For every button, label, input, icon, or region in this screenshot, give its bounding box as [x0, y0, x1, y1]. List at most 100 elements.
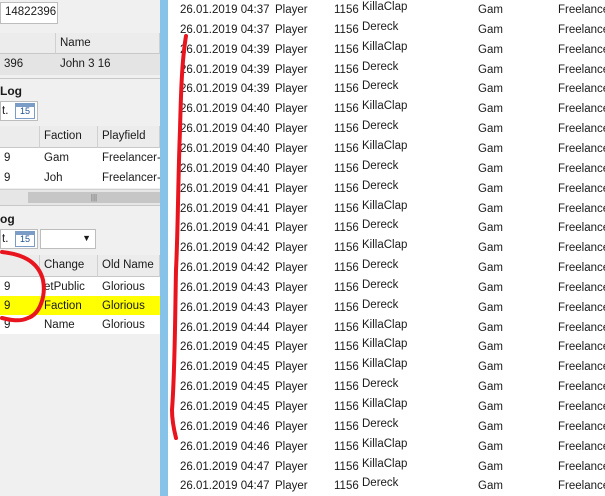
faction-log-row-time[interactable]: 9 18:20 — [0, 168, 40, 188]
log-row[interactable]: 26.01.2019 04:39 Player 1156 Dereck Gam Freel… — [168, 80, 605, 100]
log-row[interactable]: 26.01.2019 04:47 Player 1156 KillaClap Gam Fr… — [168, 458, 605, 478]
date-fragment: t. — [2, 233, 9, 245]
log-row[interactable]: 26.01.2019 04:42 Player 1156 KillaClap Gam Fr… — [168, 239, 605, 259]
players-header-id[interactable] — [0, 33, 56, 54]
change-log-title: og — [0, 212, 15, 226]
scroll-thumb[interactable]: ||| — [28, 192, 160, 203]
top-field[interactable]: 14822396 — [0, 2, 58, 24]
log-id: 1156 — [334, 222, 359, 235]
horizontal-scrollbar[interactable]: ||| — [0, 189, 160, 206]
faction-log-row-playfield[interactable]: Freelancer- — [98, 148, 160, 168]
log-row[interactable]: 26.01.2019 04:41 Player 1156 KillaClap Gam Fr… — [168, 200, 605, 220]
log-row[interactable]: 26.01.2019 04:42 Player 1156 Dereck Gam Freel… — [168, 259, 605, 279]
log-row[interactable]: 26.01.2019 04:40 Player 1156 KillaClap Gam Fr… — [168, 140, 605, 160]
log-faction: Gam — [478, 142, 503, 155]
log-row[interactable]: 26.01.2019 04:41 Player 1156 Dereck Gam Freel… — [168, 219, 605, 239]
log-row[interactable]: 26.01.2019 04:39 Player 1156 KillaClap Gam Fr… — [168, 41, 605, 61]
change-log-row-old-name[interactable]: Glorious Ve — [98, 296, 160, 315]
change-log-date-picker[interactable]: t. 15 — [0, 229, 38, 249]
log-row[interactable]: 26.01.2019 04:45 Player 1156 KillaClap Gam Fr… — [168, 358, 605, 378]
change-log-row-time[interactable]: 9 04:41 — [0, 277, 40, 296]
change-log-row-change[interactable]: Faction — [40, 296, 98, 315]
change-log-row-time[interactable]: 9 18:17 — [0, 296, 40, 315]
log-playfield: Freelance — [558, 83, 605, 96]
log-id: 1156 — [334, 401, 359, 413]
log-id: 1156 — [334, 301, 359, 314]
faction-log-date-picker[interactable]: t. 15 — [0, 101, 38, 121]
log-row[interactable]: 26.01.2019 04:45 Player 1156 KillaClap Gam Fr… — [168, 338, 605, 358]
log-row[interactable]: 26.01.2019 04:43 Player 1156 Dereck Gam Freel… — [168, 279, 605, 299]
faction-log-header-faction[interactable]: Faction — [40, 126, 98, 148]
faction-log-header-playfield[interactable]: Playfield — [98, 126, 160, 148]
players-header-name[interactable]: Name — [56, 33, 160, 54]
change-log-dropdown[interactable]: ▼ — [40, 229, 96, 249]
log-name: KillaClap — [362, 318, 408, 331]
log-type: Player — [275, 83, 308, 96]
log-faction: Gam — [478, 83, 503, 96]
log-type: Player — [275, 420, 308, 433]
calendar-icon[interactable]: 15 — [15, 103, 35, 119]
log-row[interactable]: 26.01.2019 04:45 Player 1156 Dereck Gam Freel… — [168, 378, 605, 398]
log-name: KillaClap — [362, 457, 408, 470]
change-log-row-old-name[interactable]: Glorious Ve — [98, 315, 160, 334]
log-list[interactable]: 26.01.2019 04:37 Player 1156 KillaClap Gam Fr… — [168, 0, 605, 496]
log-id: 1156 — [334, 182, 359, 195]
players-row-name[interactable]: John 3 16 — [56, 54, 160, 75]
log-date: 26.01.2019 04:44 — [180, 321, 270, 334]
log-date: 26.01.2019 04:40 — [180, 162, 270, 175]
chevron-down-icon[interactable]: ▼ — [82, 233, 91, 243]
log-faction: Gam — [478, 182, 503, 195]
faction-log-row-playfield[interactable]: Freelancer- — [98, 168, 160, 188]
log-row[interactable]: 26.01.2019 04:39 Player 1156 Dereck Gam Freel… — [168, 61, 605, 81]
change-log-header-change[interactable]: Change — [40, 255, 98, 277]
log-type: Player — [275, 4, 308, 16]
log-faction: Gam — [478, 242, 503, 255]
change-log-header-old-name[interactable]: Old Name — [98, 255, 160, 277]
log-row[interactable]: 26.01.2019 04:37 Player 1156 KillaClap Gam Fr… — [168, 1, 605, 21]
log-row[interactable]: 26.01.2019 04:40 Player 1156 Dereck Gam Freel… — [168, 120, 605, 140]
faction-log-row-faction[interactable]: Gam — [40, 148, 98, 168]
log-row[interactable]: 26.01.2019 04:41 Player 1156 Dereck Gam Freel… — [168, 180, 605, 200]
log-id: 1156 — [334, 321, 359, 334]
log-faction: Gam — [478, 202, 503, 215]
log-row[interactable]: 26.01.2019 04:46 Player 1156 Dereck Gam Freel… — [168, 418, 605, 438]
change-log-row-old-name[interactable]: Glorious Ve — [98, 277, 160, 296]
change-log-row-time[interactable]: 9 18:39 — [0, 315, 40, 334]
log-row[interactable]: 26.01.2019 04:37 Player 1156 Dereck Gam Freel… — [168, 21, 605, 41]
log-date: 26.01.2019 04:41 — [180, 222, 270, 235]
log-faction: Gam — [478, 381, 503, 394]
log-playfield: Freelance — [558, 123, 605, 136]
faction-log-header-time[interactable] — [0, 126, 40, 148]
log-name: Dereck — [362, 278, 399, 291]
log-row[interactable]: 26.01.2019 04:44 Player 1156 KillaClap Gam Fr… — [168, 319, 605, 339]
log-faction: Gam — [478, 262, 503, 275]
log-date: 26.01.2019 04:45 — [180, 361, 270, 374]
log-name: KillaClap — [362, 358, 408, 371]
log-name: Dereck — [362, 417, 399, 430]
faction-log-row-faction[interactable]: Joh — [40, 168, 98, 188]
log-row[interactable]: 26.01.2019 04:47 Player 1156 Dereck Gam Freel… — [168, 477, 605, 496]
change-log-row-change[interactable]: etPublic — [40, 277, 98, 296]
log-playfield: Freelance — [558, 202, 605, 215]
log-row[interactable]: 26.01.2019 04:40 Player 1156 KillaClap Gam Fr… — [168, 100, 605, 120]
change-log-header-time[interactable] — [0, 255, 40, 277]
log-row[interactable]: 26.01.2019 04:46 Player 1156 KillaClap Gam Fr… — [168, 438, 605, 458]
change-log-row-change[interactable]: Name — [40, 315, 98, 334]
log-id: 1156 — [334, 162, 359, 175]
calendar-icon[interactable]: 15 — [15, 231, 35, 247]
log-id: 1156 — [334, 480, 359, 493]
log-date: 26.01.2019 04:40 — [180, 103, 270, 116]
log-row[interactable]: 26.01.2019 04:40 Player 1156 Dereck Gam Freel… — [168, 160, 605, 180]
log-type: Player — [275, 162, 308, 175]
log-type: Player — [275, 182, 308, 195]
log-row[interactable]: 26.01.2019 04:43 Player 1156 Dereck Gam Freel… — [168, 299, 605, 319]
pane-splitter[interactable] — [160, 0, 168, 496]
log-name: Dereck — [362, 477, 399, 490]
faction-log-row-time[interactable]: 9 08:51 — [0, 148, 40, 168]
players-row-id[interactable]: 396 — [0, 54, 56, 75]
log-name: Dereck — [362, 219, 399, 232]
log-date: 26.01.2019 04:42 — [180, 242, 270, 255]
log-id: 1156 — [334, 262, 359, 275]
log-playfield: Freelance — [558, 361, 605, 374]
log-row[interactable]: 26.01.2019 04:45 Player 1156 KillaClap Gam Fr… — [168, 398, 605, 418]
